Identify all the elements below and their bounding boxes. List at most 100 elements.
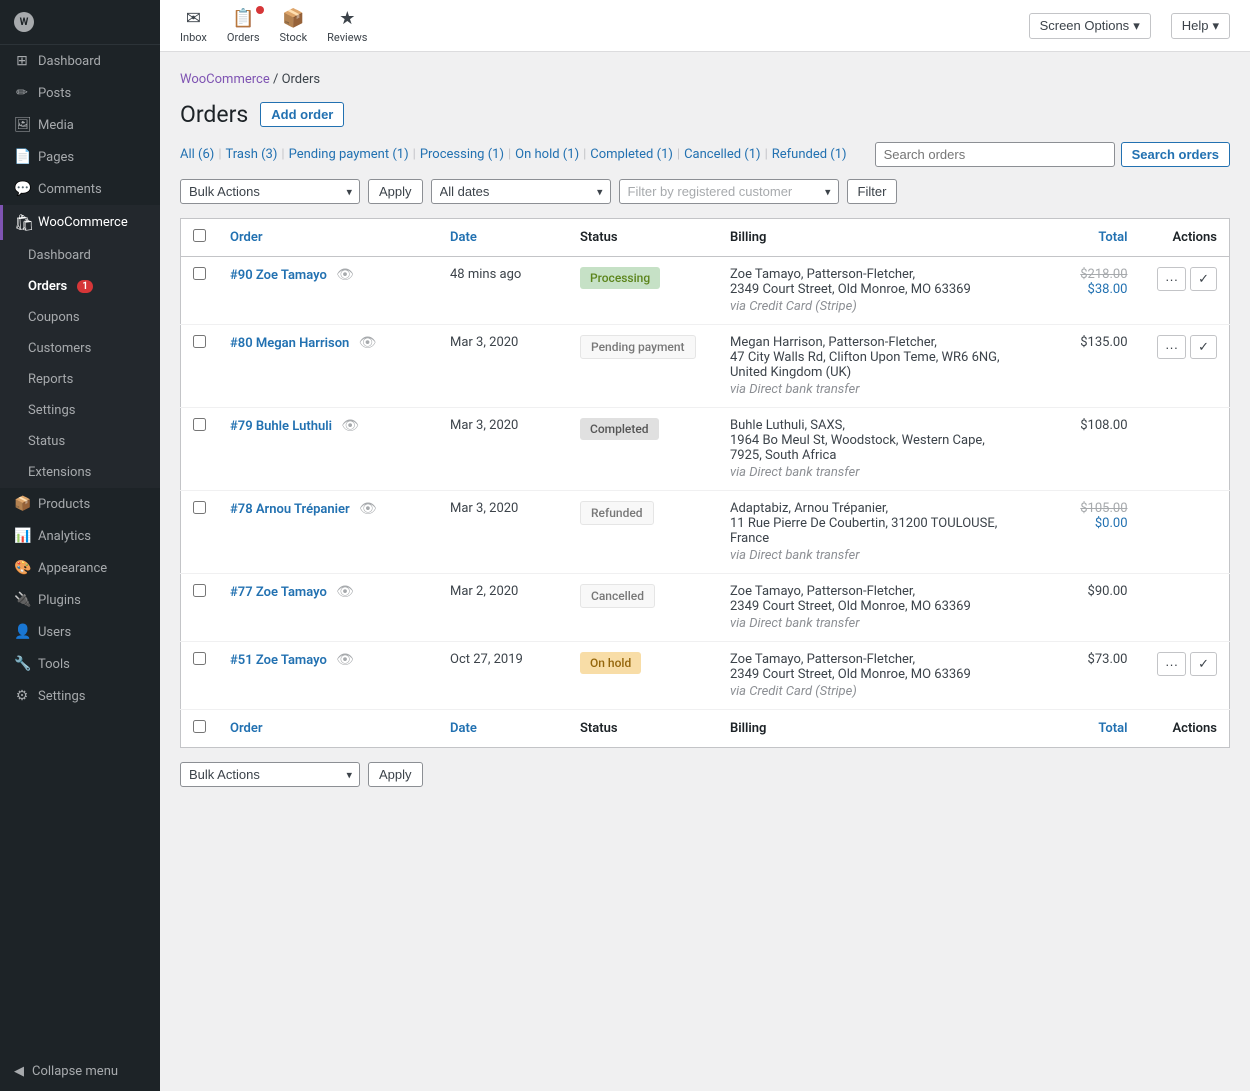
select-all-checkbox-bottom[interactable] — [193, 720, 206, 733]
total-actual[interactable]: $0.00 — [1032, 516, 1128, 531]
action-complete-button[interactable]: ✓ — [1190, 267, 1217, 291]
select-all-checkbox[interactable] — [193, 229, 206, 242]
filter-completed[interactable]: Completed (1) — [590, 147, 673, 162]
order-link[interactable]: #90 Zoe Tamayo — [230, 268, 327, 283]
view-icon[interactable]: 👁 — [336, 652, 354, 668]
sidebar-item-appearance[interactable]: 🎨 Appearance — [0, 552, 160, 584]
filter-pending[interactable]: Pending payment (1) — [289, 147, 409, 162]
inbox-label: Inbox — [180, 31, 207, 44]
filter-trash[interactable]: Trash (3) — [226, 147, 278, 162]
sidebar-item-woo-coupons[interactable]: Coupons — [0, 302, 160, 333]
sidebar-item-label: Plugins — [38, 593, 81, 608]
date-column-header[interactable]: Date — [438, 219, 568, 257]
view-icon[interactable]: 👁 — [359, 335, 377, 351]
filter-cancelled[interactable]: Cancelled (1) — [684, 147, 760, 162]
topbar-stock[interactable]: 📦 Stock — [280, 8, 308, 44]
sidebar-item-users[interactable]: 👤 Users — [0, 616, 160, 648]
order-footer-header[interactable]: Order — [218, 710, 438, 748]
breadcrumb-woocommerce[interactable]: WooCommerce — [180, 72, 270, 87]
orders-topbar-label: Orders — [227, 31, 260, 44]
billing-method: via Direct bank transfer — [730, 382, 1008, 397]
sidebar-item-woo-settings[interactable]: Settings — [0, 395, 160, 426]
apply-button[interactable]: Apply — [368, 179, 423, 204]
woo-coupons-label: Coupons — [28, 310, 80, 325]
action-dots-button[interactable]: ··· — [1157, 267, 1186, 291]
action-complete-button[interactable]: ✓ — [1190, 652, 1217, 676]
date-footer-header[interactable]: Date — [438, 710, 568, 748]
customer-filter-select[interactable]: Filter by registered customer — [619, 179, 839, 204]
sidebar-item-woo-orders[interactable]: Orders 1 — [0, 271, 160, 302]
order-total: $105.00$0.00 — [1020, 491, 1140, 574]
order-column-header[interactable]: Order — [218, 219, 438, 257]
row-checkbox[interactable] — [193, 501, 206, 514]
sidebar-item-pages[interactable]: 📄 Pages — [0, 141, 160, 173]
sidebar-item-dashboard[interactable]: ⊞ Dashboard — [0, 45, 160, 77]
filter-onhold[interactable]: On hold (1) — [515, 147, 579, 162]
inbox-icon: ✉ — [186, 8, 201, 29]
order-link[interactable]: #79 Buhle Luthuli — [230, 419, 332, 434]
search-orders-button[interactable]: Search orders — [1121, 142, 1230, 167]
view-icon[interactable]: 👁 — [341, 418, 359, 434]
row-checkbox[interactable] — [193, 335, 206, 348]
row-checkbox[interactable] — [193, 584, 206, 597]
table-row: #51 Zoe Tamayo 👁Oct 27, 2019On holdZoe T… — [181, 642, 1230, 710]
order-total: $90.00 — [1020, 574, 1140, 642]
sidebar-item-analytics[interactable]: 📊 Analytics — [0, 520, 160, 552]
collapse-menu[interactable]: ◀ Collapse menu — [0, 1052, 160, 1091]
total-actual[interactable]: $38.00 — [1032, 282, 1128, 297]
sidebar-item-woo-reports[interactable]: Reports — [0, 364, 160, 395]
order-actions: ···✓ — [1140, 325, 1230, 408]
sidebar-item-plugins[interactable]: 🔌 Plugins — [0, 584, 160, 616]
sidebar-item-comments[interactable]: 💬 Comments — [0, 173, 160, 205]
add-order-button[interactable]: Add order — [260, 102, 344, 127]
chevron-down-icon: ▾ — [1212, 18, 1219, 34]
sidebar-item-media[interactable]: 🖼 Media — [0, 109, 160, 141]
sidebar-item-woo-customers[interactable]: Customers — [0, 333, 160, 364]
filter-button[interactable]: Filter — [847, 179, 898, 204]
sidebar-item-tools[interactable]: 🔧 Tools — [0, 648, 160, 680]
date-select[interactable]: All dates — [431, 179, 611, 204]
order-link[interactable]: #77 Zoe Tamayo — [230, 585, 327, 600]
row-checkbox[interactable] — [193, 418, 206, 431]
sidebar-item-posts[interactable]: ✏ Posts — [0, 77, 160, 109]
filter-refunded[interactable]: Refunded (1) — [772, 147, 847, 162]
view-icon[interactable]: 👁 — [359, 501, 377, 517]
table-row: #80 Megan Harrison 👁Mar 3, 2020Pending p… — [181, 325, 1230, 408]
status-badge: Refunded — [580, 501, 654, 525]
total-footer-header[interactable]: Total — [1020, 710, 1140, 748]
woo-extensions-label: Extensions — [28, 465, 91, 480]
action-complete-button[interactable]: ✓ — [1190, 335, 1217, 359]
action-dots-button[interactable]: ··· — [1157, 335, 1186, 359]
sidebar-item-woo-extensions[interactable]: Extensions — [0, 457, 160, 488]
topbar: ✉ Inbox 📋 Orders 📦 Stock ★ Reviews Scree… — [160, 0, 1250, 52]
sidebar-item-woo-dashboard[interactable]: Dashboard — [0, 240, 160, 271]
search-input[interactable] — [875, 142, 1115, 167]
total-strikethrough: $218.00 — [1032, 267, 1128, 282]
sidebar-item-woo-status[interactable]: Status — [0, 426, 160, 457]
bulk-actions-bottom-select[interactable]: Bulk Actions — [180, 762, 360, 787]
sidebar-item-settings[interactable]: ⚙ Settings — [0, 680, 160, 712]
stock-icon: 📦 — [282, 8, 304, 29]
filter-processing[interactable]: Processing (1) — [420, 147, 504, 162]
bulk-actions-select[interactable]: Bulk Actions — [180, 179, 360, 204]
billing-method: via Direct bank transfer — [730, 465, 1008, 480]
order-link[interactable]: #80 Megan Harrison — [230, 336, 349, 351]
sidebar-item-woocommerce[interactable]: 🛍 WooCommerce — [0, 205, 160, 240]
topbar-orders[interactable]: 📋 Orders — [227, 8, 260, 44]
topbar-reviews[interactable]: ★ Reviews — [327, 8, 367, 44]
total-column-header[interactable]: Total — [1020, 219, 1140, 257]
order-link[interactable]: #51 Zoe Tamayo — [230, 653, 327, 668]
row-checkbox[interactable] — [193, 652, 206, 665]
sidebar-item-products[interactable]: 📦 Products — [0, 488, 160, 520]
help-button[interactable]: Help ▾ — [1171, 13, 1230, 39]
order-link[interactable]: #78 Arnou Trépanier — [230, 502, 350, 517]
action-dots-button[interactable]: ··· — [1157, 652, 1186, 676]
view-icon[interactable]: 👁 — [336, 584, 354, 600]
apply-bottom-button[interactable]: Apply — [368, 762, 423, 787]
filter-all[interactable]: All (6) — [180, 147, 214, 162]
view-icon[interactable]: 👁 — [336, 267, 354, 283]
row-checkbox[interactable] — [193, 267, 206, 280]
screen-options-button[interactable]: Screen Options ▾ — [1029, 13, 1151, 39]
topbar-inbox[interactable]: ✉ Inbox — [180, 8, 207, 44]
sidebar-item-label: Settings — [38, 689, 85, 704]
